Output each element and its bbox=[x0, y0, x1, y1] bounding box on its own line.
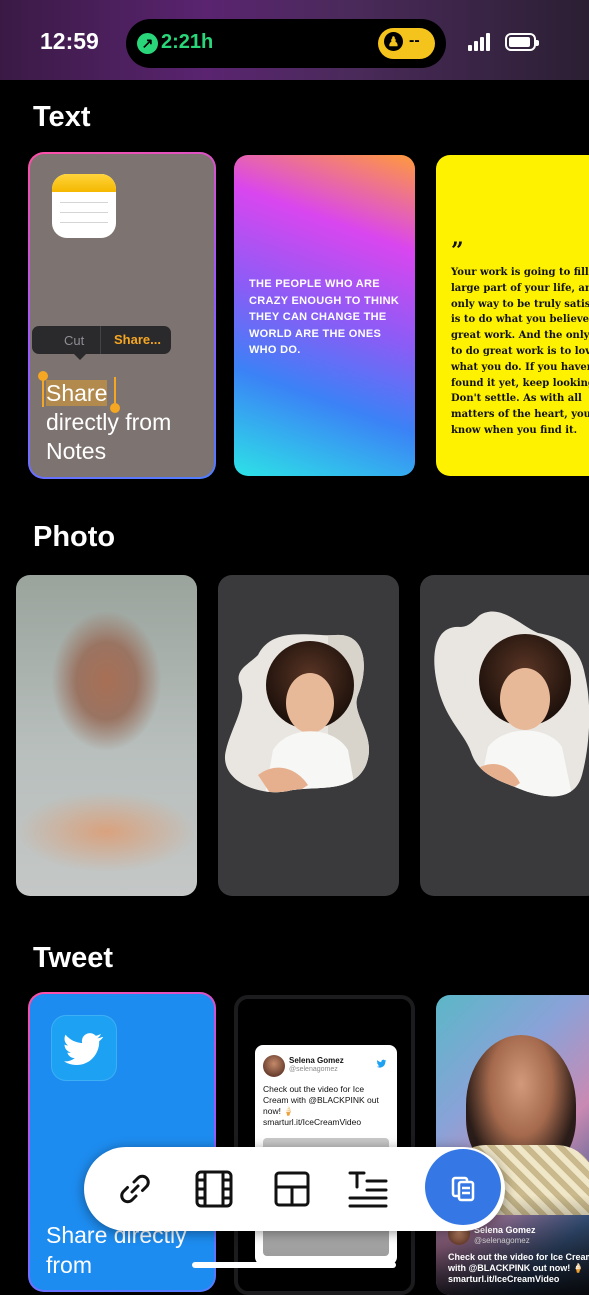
link-button[interactable] bbox=[114, 1168, 156, 1210]
text-format-button[interactable] bbox=[347, 1168, 389, 1210]
gradient-quote-card[interactable]: THE PEOPLE WHO ARE CRAZY ENOUGH TO THINK… bbox=[234, 155, 415, 476]
home-indicator[interactable] bbox=[192, 1262, 396, 1268]
layout-icon bbox=[274, 1171, 310, 1207]
context-menu-cut: Cut bbox=[64, 333, 85, 348]
notes-caption: Share directly from Notes bbox=[46, 379, 206, 466]
yellow-quote-text: Your work is going to fill a large part … bbox=[451, 267, 589, 436]
photo-cloud-card[interactable] bbox=[420, 575, 589, 896]
yellow-quote-card[interactable]: ” Your work is going to fill a large par… bbox=[436, 155, 589, 476]
notes-caption-rest: directly from Notes bbox=[46, 409, 172, 464]
section-title-photo: Photo bbox=[33, 521, 116, 553]
twitter-template-card[interactable]: Share directly from bbox=[28, 992, 216, 1292]
tweet-overlay-body: Check out the video for Ice Cream with @… bbox=[448, 1252, 589, 1284]
photo-blob-card[interactable] bbox=[218, 575, 399, 896]
tweet-overlay-handle: @selenagomez bbox=[474, 1236, 530, 1245]
gradient-quote-text: THE PEOPLE WHO ARE CRAZY ENOUGH TO THINK… bbox=[249, 278, 400, 356]
status-time: 12:59 bbox=[40, 28, 99, 54]
tweet-body: Check out the video for Ice Cream with @… bbox=[263, 1084, 379, 1127]
clipboard-icon bbox=[451, 1176, 475, 1202]
paste-clipboard-button[interactable] bbox=[425, 1149, 501, 1225]
cellular-signal-icon bbox=[468, 33, 496, 51]
context-menu-share: Share... bbox=[114, 332, 161, 347]
walking-person-icon: ♟ bbox=[384, 32, 403, 51]
twitter-app-icon bbox=[51, 1015, 117, 1081]
avatar bbox=[263, 1055, 285, 1077]
tweet-photo-card[interactable]: Selena Gomez @selenagomez Check out the … bbox=[436, 995, 589, 1295]
cloud-portrait bbox=[434, 611, 589, 797]
dynamic-island[interactable]: ↗ 2:21h ♟ -- bbox=[126, 19, 446, 68]
activity-pill: ♟ -- bbox=[378, 28, 435, 59]
notes-caption-selected: Share bbox=[46, 380, 108, 406]
tweet-overlay-name: Selena Gomez bbox=[474, 1225, 536, 1235]
battery-icon bbox=[505, 33, 539, 51]
activity-value: -- bbox=[409, 32, 420, 49]
selection-handle-start bbox=[38, 371, 48, 407]
quote-mark-icon: ” bbox=[451, 238, 464, 264]
notes-template-card[interactable]: Cut Share... Share directly from Notes bbox=[28, 152, 216, 479]
section-title-tweet: Tweet bbox=[33, 942, 114, 974]
activity-duration: 2:21h bbox=[161, 31, 214, 53]
notes-app-icon bbox=[52, 174, 116, 238]
link-icon bbox=[120, 1174, 150, 1204]
status-bar: 12:59 ↗ 2:21h ♟ -- bbox=[0, 0, 589, 80]
bottom-toolbar bbox=[84, 1147, 505, 1231]
twitter-bird-icon bbox=[64, 1033, 104, 1065]
context-menu: Cut Share... bbox=[32, 326, 171, 360]
tweet-author-name: Selena Gomez bbox=[289, 1056, 344, 1065]
photo-blur-card[interactable] bbox=[16, 575, 197, 896]
section-title-text: Text bbox=[33, 101, 91, 133]
blob-portrait bbox=[224, 634, 370, 793]
tweet-author-handle: @selenagomez bbox=[289, 1066, 338, 1073]
film-button[interactable] bbox=[193, 1168, 235, 1210]
tweet-template-card[interactable]: Selena Gomez @selenagomez Check out the … bbox=[234, 995, 415, 1295]
layout-button[interactable] bbox=[271, 1168, 313, 1210]
text-format-icon bbox=[348, 1171, 388, 1208]
film-icon bbox=[195, 1170, 233, 1208]
navigation-arrow-icon: ↗ bbox=[137, 33, 158, 54]
twitter-bird-icon bbox=[376, 1059, 387, 1068]
